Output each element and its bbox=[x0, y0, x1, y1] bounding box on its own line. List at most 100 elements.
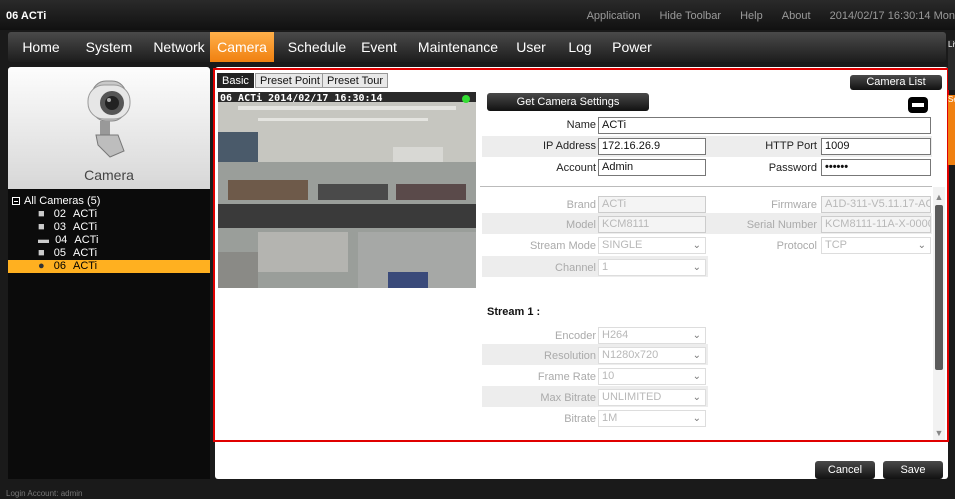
menu-maintenance[interactable]: Maintenance bbox=[416, 32, 500, 62]
application-link[interactable]: Application bbox=[587, 10, 641, 22]
about-link[interactable]: About bbox=[782, 10, 811, 22]
brand-label: Brand bbox=[566, 199, 596, 211]
camera-name: ACTi bbox=[73, 221, 98, 233]
get-camera-settings-button[interactable]: Get Camera Settings bbox=[487, 93, 649, 111]
tab-preset-tour[interactable]: Preset Tour bbox=[322, 73, 389, 88]
frame-rate-value: 10 bbox=[602, 370, 615, 382]
tab-preset-point[interactable]: Preset Point bbox=[255, 73, 325, 88]
resolution-select[interactable]: N1280x720 ⌄ bbox=[598, 347, 706, 364]
stream-mode-select[interactable]: SINGLE ⌄ bbox=[598, 237, 706, 254]
camera-id: 06 bbox=[53, 260, 66, 272]
camera-item-05[interactable]: ■ 05 ACTi bbox=[8, 247, 210, 260]
model-field: KCM8111 bbox=[598, 216, 706, 233]
scroll-down-icon[interactable]: ▼ bbox=[934, 428, 944, 438]
menu-camera[interactable]: Camera bbox=[210, 32, 274, 62]
collapse-tree-icon[interactable] bbox=[12, 197, 20, 205]
brand-field: ACTi bbox=[598, 196, 706, 213]
menu-user[interactable]: User bbox=[510, 32, 552, 62]
dome-camera-icon: ● bbox=[38, 260, 45, 272]
chevron-down-icon: ⌄ bbox=[692, 392, 701, 403]
protocol-select[interactable]: TCP ⌄ bbox=[821, 237, 931, 254]
section-divider bbox=[480, 186, 932, 187]
encoder-label: Encoder bbox=[555, 330, 596, 342]
camera-id: 03 bbox=[53, 221, 66, 233]
camera-name: ACTi bbox=[73, 247, 98, 259]
camera-list-button[interactable]: Camera List bbox=[850, 75, 942, 90]
account-field[interactable]: Admin bbox=[598, 159, 706, 176]
serial-number-label: Serial Number bbox=[746, 219, 817, 231]
firmware-field: A1D-311-V5.11.17-AC bbox=[821, 196, 931, 213]
chevron-down-icon: ⌄ bbox=[692, 240, 701, 251]
protocol-label: Protocol bbox=[776, 240, 817, 252]
tab-basic[interactable]: Basic bbox=[217, 73, 254, 88]
max-bitrate-select[interactable]: UNLIMITED ⌄ bbox=[598, 389, 706, 406]
name-label: Name bbox=[566, 119, 596, 131]
camera-illustration-icon bbox=[87, 80, 131, 158]
collapse-panel-icon[interactable] bbox=[908, 97, 928, 113]
menu-system[interactable]: System bbox=[78, 32, 140, 62]
menu-schedule[interactable]: Schedule bbox=[282, 32, 352, 62]
password-field[interactable]: •••••• bbox=[821, 159, 931, 176]
chevron-down-icon: ⌄ bbox=[692, 350, 701, 361]
camera-id: 04 bbox=[55, 234, 68, 246]
camera-tree: All Cameras (5) ■ 02 ACTi ■ 03 ACTi ▬ 04… bbox=[8, 195, 210, 273]
stream-mode-value: SINGLE bbox=[602, 239, 643, 251]
tree-root[interactable]: All Cameras (5) bbox=[8, 195, 210, 208]
ip-address-field[interactable]: 172.16.26.9 bbox=[598, 138, 706, 155]
stream-mode-label: Stream Mode bbox=[529, 240, 596, 252]
live-video-preview[interactable]: 06 ACTi 2014/02/17 16:30:14 bbox=[218, 92, 476, 288]
login-account-status: Login Account: admin bbox=[6, 489, 83, 498]
menu-log[interactable]: Log bbox=[560, 32, 600, 62]
side-tab-setup[interactable]: Setup bbox=[948, 95, 955, 165]
side-tab-live[interactable]: Live bbox=[948, 40, 955, 90]
stream-1-title: Stream 1 : bbox=[487, 306, 541, 318]
serial-number-field: KCM8111-11A-X-00001 bbox=[821, 216, 931, 233]
resolution-value: N1280x720 bbox=[602, 349, 659, 361]
camera-item-06[interactable]: ● 06 ACTi bbox=[8, 260, 210, 273]
resolution-label: Resolution bbox=[544, 350, 596, 362]
help-link[interactable]: Help bbox=[740, 10, 763, 22]
protocol-value: TCP bbox=[825, 239, 847, 251]
name-field[interactable]: ACTi bbox=[598, 117, 931, 134]
frame-rate-select[interactable]: 10 ⌄ bbox=[598, 368, 706, 385]
camera-header: Camera bbox=[8, 67, 210, 189]
encoder-select[interactable]: H264 ⌄ bbox=[598, 327, 706, 344]
chevron-down-icon: ⌄ bbox=[692, 413, 701, 424]
password-label: Password bbox=[768, 162, 817, 174]
cancel-button[interactable]: Cancel bbox=[815, 461, 875, 479]
menu-power[interactable]: Power bbox=[608, 32, 656, 62]
datetime: 2014/02/17 16:30:14 Mon bbox=[829, 10, 955, 22]
bullet-camera-icon: ▬ bbox=[38, 234, 49, 246]
chevron-down-icon: ⌄ bbox=[692, 262, 701, 273]
camera-name: ACTi bbox=[73, 208, 98, 220]
scroll-thumb[interactable] bbox=[935, 205, 943, 370]
encoder-value: H264 bbox=[602, 329, 629, 341]
office-scene-image bbox=[218, 92, 476, 288]
menu-home[interactable]: Home bbox=[16, 32, 66, 62]
app-title: 06 ACTi bbox=[6, 10, 47, 22]
recording-status-icon bbox=[462, 95, 470, 103]
tree-root-label: All Cameras (5) bbox=[24, 195, 101, 207]
top-links: Application Hide Toolbar Help About 2014… bbox=[571, 10, 955, 22]
camera-item-02[interactable]: ■ 02 ACTi bbox=[8, 208, 210, 221]
max-bitrate-value: UNLIMITED bbox=[602, 391, 662, 403]
ip-address-label: IP Address bbox=[543, 140, 596, 152]
bitrate-select[interactable]: 1M ⌄ bbox=[598, 410, 706, 427]
frame-rate-label: Frame Rate bbox=[537, 371, 596, 383]
camera-id: 05 bbox=[53, 247, 66, 259]
hide-toolbar-link[interactable]: Hide Toolbar bbox=[659, 10, 721, 22]
ptz-camera-icon: ■ bbox=[38, 247, 45, 259]
channel-select[interactable]: 1 ⌄ bbox=[598, 259, 706, 276]
ptz-camera-icon: ■ bbox=[38, 221, 45, 233]
camera-item-03[interactable]: ■ 03 ACTi bbox=[8, 221, 210, 234]
camera-item-04[interactable]: ▬ 04 ACTi bbox=[8, 234, 210, 247]
save-button[interactable]: Save bbox=[883, 461, 943, 479]
scroll-up-icon[interactable]: ▲ bbox=[934, 192, 944, 202]
menu-network[interactable]: Network bbox=[148, 32, 210, 62]
chevron-down-icon: ⌄ bbox=[917, 240, 926, 251]
http-port-field[interactable]: 1009 bbox=[821, 138, 931, 155]
bitrate-value: 1M bbox=[602, 412, 618, 424]
bitrate-label: Bitrate bbox=[564, 413, 596, 425]
menu-event[interactable]: Event bbox=[354, 32, 404, 62]
model-label: Model bbox=[566, 219, 596, 231]
